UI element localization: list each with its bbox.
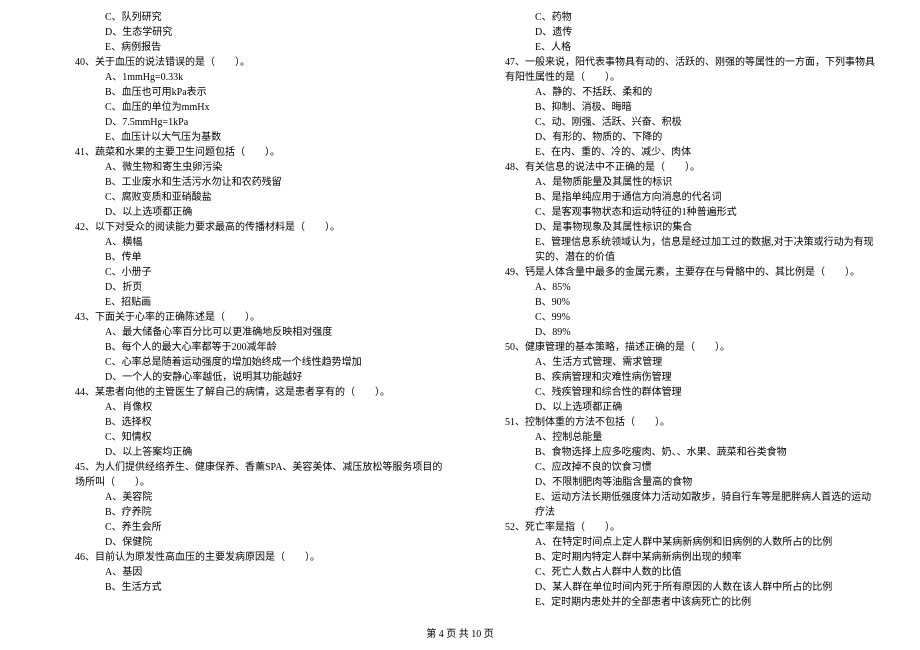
question-text: 52、死亡率是指（ ）。 xyxy=(475,520,875,535)
option-text: E、运动方法长期低强度体力活动如散步，骑自行车等是肥胖病人首选的运动疗法 xyxy=(475,490,875,520)
option-text: E、定时期内患处并的全部患者中该病死亡的比例 xyxy=(475,595,875,610)
question-text: 51、控制体重的方法不包括（ ）。 xyxy=(475,415,875,430)
option-text: A、微生物和寄生虫卵污染 xyxy=(45,160,445,175)
question-text: 47、一般来说，阳代表事物具有动的、活跃的、刚强的等属性的一方面，下列事物具有阳… xyxy=(475,55,875,85)
option-text: D、遗传 xyxy=(475,25,875,40)
option-text: B、生活方式 xyxy=(45,580,445,595)
option-text: D、一个人的安静心率越低，说明其功能越好 xyxy=(45,370,445,385)
option-text: A、肖像权 xyxy=(45,400,445,415)
option-text: C、知情权 xyxy=(45,430,445,445)
option-text: A、静的、不括跃、柔和的 xyxy=(475,85,875,100)
option-text: A、横幅 xyxy=(45,235,445,250)
option-text: C、血压的单位为mmHx xyxy=(45,100,445,115)
option-text: A、在特定时间点上定人群中某病新病例和旧病例的人数所占的比例 xyxy=(475,535,875,550)
option-text: C、应改掉不良的饮食习惯 xyxy=(475,460,875,475)
option-text: A、控制总能量 xyxy=(475,430,875,445)
option-text: E、人格 xyxy=(475,40,875,55)
option-text: B、传单 xyxy=(45,250,445,265)
option-text: D、以上答案均正确 xyxy=(45,445,445,460)
option-text: A、是物质能量及其属性的标识 xyxy=(475,175,875,190)
question-text: 44、某患者向他的主管医生了解自己的病情，这是患者享有的（ ）。 xyxy=(45,385,445,400)
option-text: B、是指单纯应用于通信方向消息的代名词 xyxy=(475,190,875,205)
option-text: B、抑制、消极、晦暗 xyxy=(475,100,875,115)
option-text: A、85% xyxy=(475,280,875,295)
option-text: E、血压计以大气压为基数 xyxy=(45,130,445,145)
option-text: A、最大储备心率百分比可以更准确地反映相对强度 xyxy=(45,325,445,340)
right-column: C、药物 D、遗传 E、人格 47、一般来说，阳代表事物具有动的、活跃的、刚强的… xyxy=(460,10,890,610)
option-text: D、以上选项都正确 xyxy=(475,400,875,415)
left-column: C、队列研究 D、生态学研究 E、病例报告 40、关于血压的说法错误的是（ ）。… xyxy=(30,10,460,610)
option-text: D、以上选项都正确 xyxy=(45,205,445,220)
option-text: C、99% xyxy=(475,310,875,325)
option-text: C、心率总是随着运动强度的增加始终成一个线性趋势增加 xyxy=(45,355,445,370)
option-text: A、美容院 xyxy=(45,490,445,505)
option-text: D、折页 xyxy=(45,280,445,295)
question-text: 41、蔬菜和水果的主要卫生问题包括（ ）。 xyxy=(45,145,445,160)
option-text: B、90% xyxy=(475,295,875,310)
question-text: 45、为人们提供经络养生、健康保养、香薰SPA、美容美体、减压放松等服务项目的场… xyxy=(45,460,445,490)
option-text: E、管理信息系统领域认为，信息是经过加工过的数据,对于决策或行动为有现实的、潜在… xyxy=(475,235,875,265)
option-text: C、养生会所 xyxy=(45,520,445,535)
option-text: D、不限制肥肉等油脂含量高的食物 xyxy=(475,475,875,490)
option-text: B、工业废水和生活污水勿让和农药残留 xyxy=(45,175,445,190)
option-text: B、血压也可用kPa表示 xyxy=(45,85,445,100)
option-text: C、腐败变质和亚硝酸盐 xyxy=(45,190,445,205)
option-text: D、某人群在单位时间内死于所有原因的人数在该人群中所占的比例 xyxy=(475,580,875,595)
question-text: 48、有关信息的说法中不正确的是（ ）。 xyxy=(475,160,875,175)
option-text: B、定时期内特定人群中某病新病例出现的频率 xyxy=(475,550,875,565)
option-text: A、1mmHg=0.33k xyxy=(45,70,445,85)
question-text: 49、钙是人体含量中最多的金属元素，主要存在与骨骼中的、其比例是（ ）。 xyxy=(475,265,875,280)
option-text: D、是事物现象及其属性标识的集合 xyxy=(475,220,875,235)
option-text: D、有形的、物质的、下降的 xyxy=(475,130,875,145)
option-text: E、在内、重的、冷的、减少、肉体 xyxy=(475,145,875,160)
option-text: E、病例报告 xyxy=(45,40,445,55)
option-text: D、7.5mmHg=1kPa xyxy=(45,115,445,130)
option-text: B、每个人的最大心率都等于200减年龄 xyxy=(45,340,445,355)
option-text: C、小册子 xyxy=(45,265,445,280)
question-text: 43、下面关于心率的正确陈述是（ ）。 xyxy=(45,310,445,325)
question-text: 50、健康管理的基本策略，描述正确的是（ ）。 xyxy=(475,340,875,355)
option-text: C、动、刚强、活跃、兴奋、积极 xyxy=(475,115,875,130)
option-text: D、生态学研究 xyxy=(45,25,445,40)
option-text: C、队列研究 xyxy=(45,10,445,25)
option-text: C、药物 xyxy=(475,10,875,25)
option-text: C、是客观事物状态和运动特征的1种普遍形式 xyxy=(475,205,875,220)
option-text: C、残疾管理和综合性的群体管理 xyxy=(475,385,875,400)
option-text: B、选择权 xyxy=(45,415,445,430)
option-text: A、生活方式管理、需求管理 xyxy=(475,355,875,370)
question-text: 46、目前认为原发性高血压的主要发病原因是（ ）。 xyxy=(45,550,445,565)
question-text: 42、以下对受众的阅读能力要求最高的传播材料是（ ）。 xyxy=(45,220,445,235)
option-text: D、89% xyxy=(475,325,875,340)
option-text: B、食物选择上应多吃瘦肉、奶、、水果、蔬菜和谷类食物 xyxy=(475,445,875,460)
option-text: B、疗养院 xyxy=(45,505,445,520)
option-text: A、基因 xyxy=(45,565,445,580)
question-text: 40、关于血压的说法错误的是（ ）。 xyxy=(45,55,445,70)
option-text: D、保健院 xyxy=(45,535,445,550)
option-text: C、死亡人数占人群中人数的比值 xyxy=(475,565,875,580)
page-footer: 第 4 页 共 10 页 xyxy=(0,625,920,640)
option-text: E、招贴画 xyxy=(45,295,445,310)
option-text: B、疾病管理和灾难性病伤管理 xyxy=(475,370,875,385)
